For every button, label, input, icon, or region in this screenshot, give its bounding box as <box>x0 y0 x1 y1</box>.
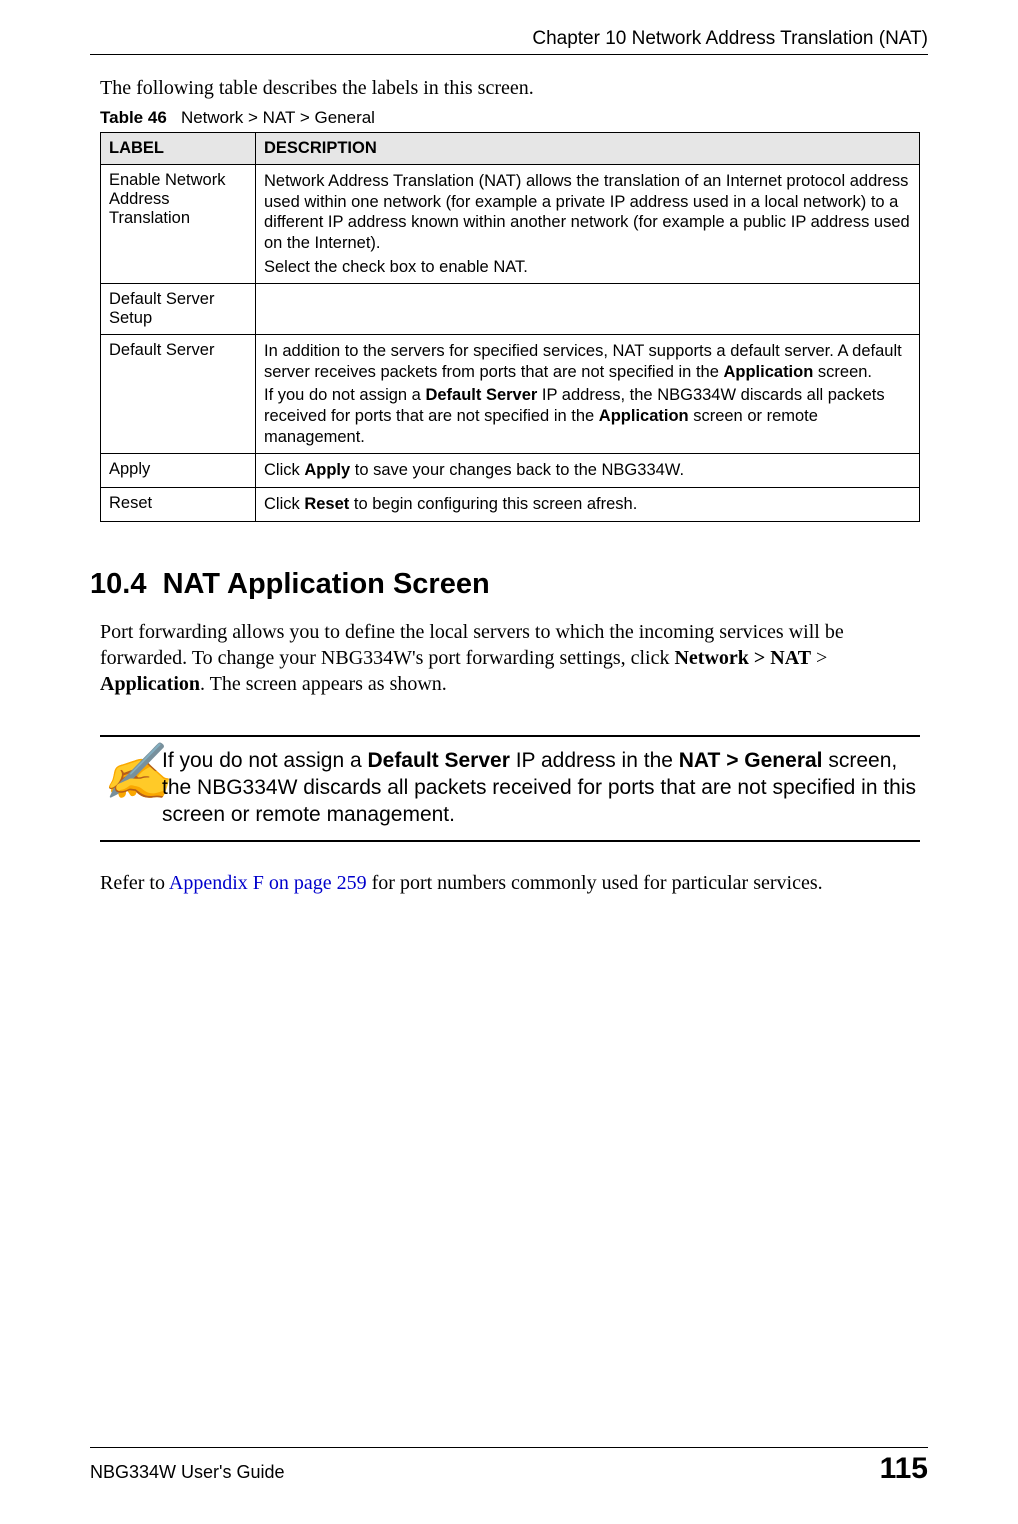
desc-text: In addition to the servers for specified… <box>264 341 911 382</box>
section-number: 10.4 <box>90 568 146 600</box>
refer-paragraph: Refer to Appendix F on page 259 for port… <box>100 872 920 895</box>
desc-text: Click Reset to begin configuring this sc… <box>264 494 911 515</box>
chapter-header: Chapter 10 Network Address Translation (… <box>90 28 928 50</box>
desc-text: Select the check box to enable NAT. <box>264 257 911 278</box>
th-description: DESCRIPTION <box>256 133 920 165</box>
cell-label: Apply <box>101 454 256 488</box>
table-row: Enable Network Address Translation Netwo… <box>101 165 920 284</box>
cell-label: Default Server <box>101 335 256 454</box>
footer-rule <box>90 1447 928 1448</box>
body-paragraph: Port forwarding allows you to define the… <box>100 619 920 697</box>
table-caption-text: Network > NAT > General <box>181 108 375 127</box>
cell-label: Reset <box>101 487 256 521</box>
intro-paragraph: The following table describes the labels… <box>100 77 928 100</box>
table-header-row: LABEL DESCRIPTION <box>101 133 920 165</box>
th-label: LABEL <box>101 133 256 165</box>
footer-page-number: 115 <box>880 1452 928 1486</box>
footer-row: NBG334W User's Guide 115 <box>90 1452 928 1486</box>
note-content: ✍ If you do not assign a Default Server … <box>100 737 920 841</box>
desc-text: Click Apply to save your changes back to… <box>264 460 911 481</box>
cell-desc: Network Address Translation (NAT) allows… <box>256 165 920 284</box>
cell-label: Enable Network Address Translation <box>101 165 256 284</box>
section-heading: 10.4 NAT Application Screen <box>90 568 928 601</box>
page-footer: NBG334W User's Guide 115 <box>90 1447 928 1486</box>
section-title: NAT Application Screen <box>163 568 490 600</box>
desc-text: If you do not assign a Default Server IP… <box>264 385 911 447</box>
cell-label: Default Server Setup <box>101 284 256 335</box>
cell-desc <box>256 284 920 335</box>
table-row: Default Server In addition to the server… <box>101 335 920 454</box>
page: Chapter 10 Network Address Translation (… <box>0 0 1018 1524</box>
table-row: Reset Click Reset to begin configuring t… <box>101 487 920 521</box>
table-row: Apply Click Apply to save your changes b… <box>101 454 920 488</box>
note-bottom-rule <box>100 840 920 842</box>
cell-desc: Click Reset to begin configuring this sc… <box>256 487 920 521</box>
header-rule <box>90 54 928 55</box>
table-caption: Table 46 Network > NAT > General <box>100 108 928 128</box>
note-icon: ✍ <box>100 747 162 796</box>
footer-guide-name: NBG334W User's Guide <box>90 1462 285 1483</box>
description-table: LABEL DESCRIPTION Enable Network Address… <box>100 132 920 522</box>
note-text: If you do not assign a Default Server IP… <box>162 747 920 829</box>
cell-desc: In addition to the servers for specified… <box>256 335 920 454</box>
appendix-link[interactable]: Appendix F on page 259 <box>169 872 367 894</box>
desc-text: Network Address Translation (NAT) allows… <box>264 171 911 254</box>
table-caption-number: Table 46 <box>100 108 167 127</box>
cell-desc: Click Apply to save your changes back to… <box>256 454 920 488</box>
table-row: Default Server Setup <box>101 284 920 335</box>
note-block: ✍ If you do not assign a Default Server … <box>100 735 920 843</box>
